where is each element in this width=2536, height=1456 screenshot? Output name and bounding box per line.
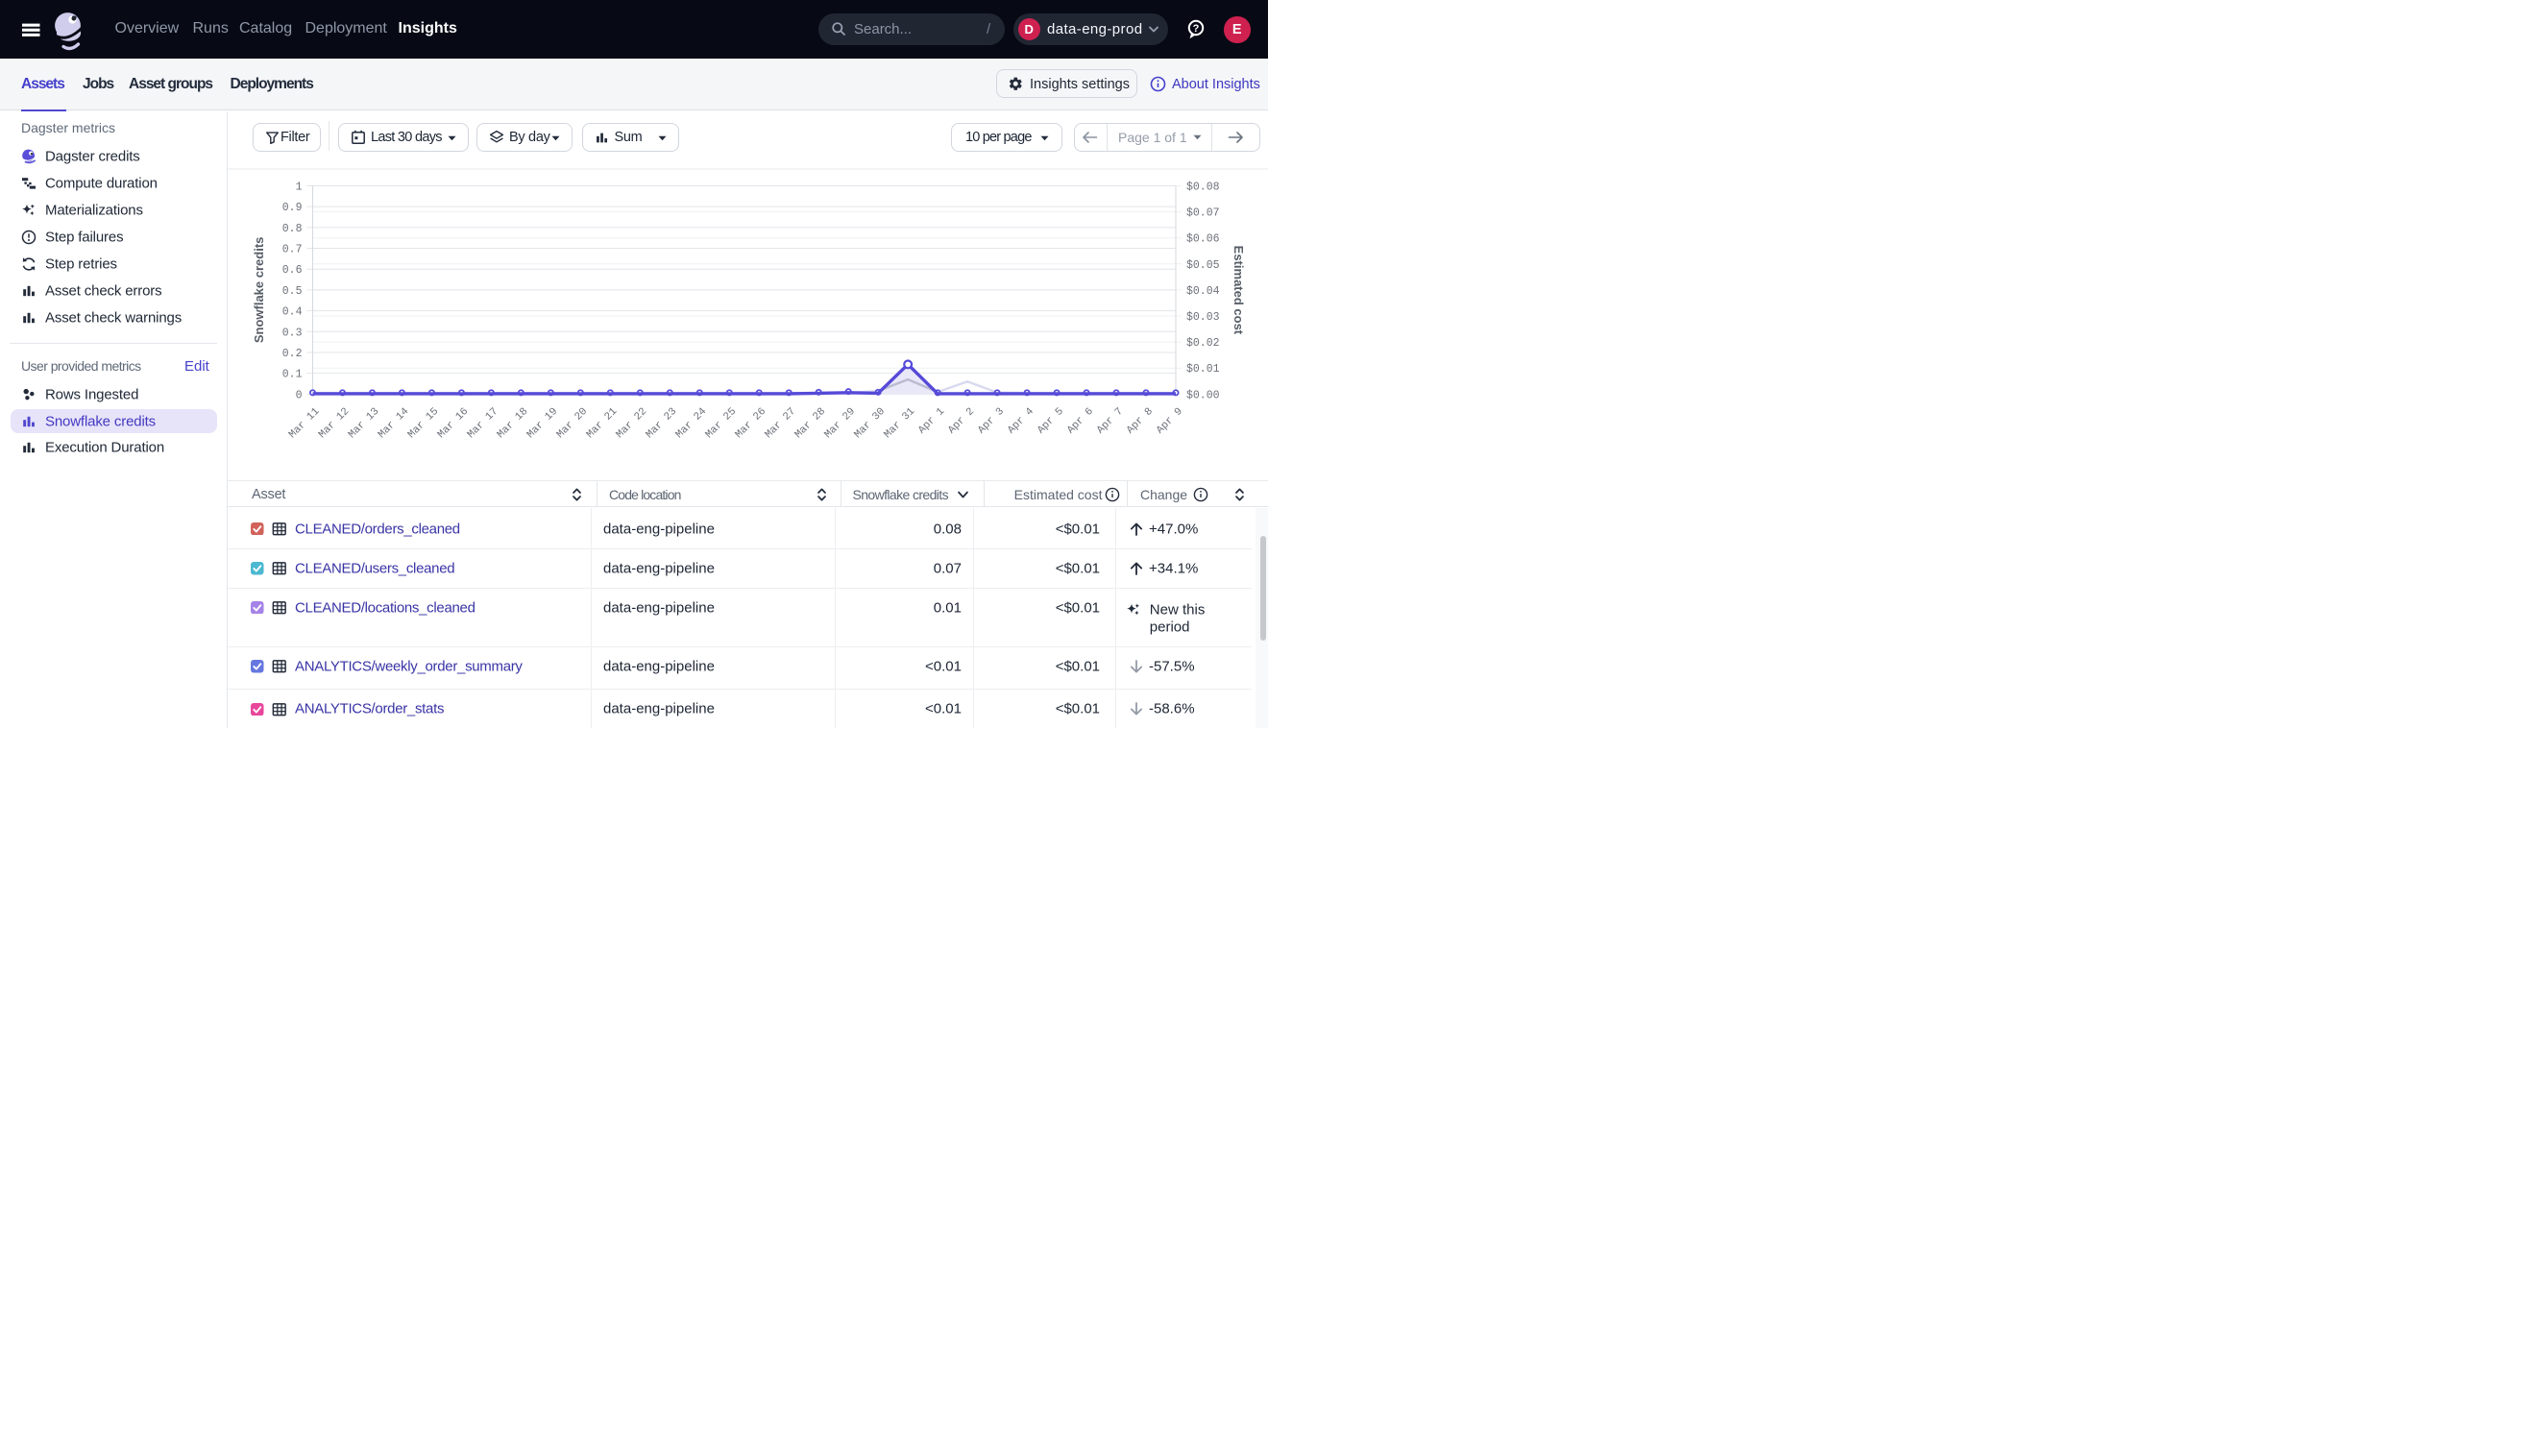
svg-text:0: 0	[296, 389, 303, 401]
svg-text:?: ?	[1193, 23, 1200, 35]
svg-text:Mar 19: Mar 19	[525, 405, 560, 440]
svg-text:Apr 6: Apr 6	[1065, 405, 1096, 436]
svg-text:Mar 18: Mar 18	[496, 405, 530, 440]
svg-text:Mar 31: Mar 31	[882, 405, 917, 441]
svg-text:$0.00: $0.00	[1186, 389, 1220, 401]
svg-text:Apr 8: Apr 8	[1125, 405, 1156, 436]
svg-text:0.9: 0.9	[282, 202, 303, 214]
svg-text:Mar 17: Mar 17	[466, 405, 500, 440]
svg-text:Mar 24: Mar 24	[674, 405, 710, 441]
svg-text:0.4: 0.4	[282, 305, 303, 318]
svg-text:$0.02: $0.02	[1186, 337, 1220, 350]
svg-text:0.3: 0.3	[282, 327, 303, 339]
svg-text:Apr 7: Apr 7	[1095, 405, 1126, 436]
svg-text:Mar 21: Mar 21	[585, 405, 621, 441]
svg-text:Mar 20: Mar 20	[555, 405, 590, 440]
svg-text:Mar 14: Mar 14	[377, 405, 412, 441]
svg-text:$0.08: $0.08	[1186, 181, 1220, 193]
svg-text:Apr 3: Apr 3	[976, 405, 1007, 436]
svg-text:Mar 29: Mar 29	[823, 405, 858, 440]
svg-text:Snowflake credits: Snowflake credits	[252, 236, 266, 343]
svg-text:$0.05: $0.05	[1186, 258, 1220, 271]
svg-text:Mar 16: Mar 16	[436, 405, 471, 440]
svg-text:Mar 22: Mar 22	[615, 405, 649, 440]
svg-text:$0.07: $0.07	[1186, 206, 1220, 219]
svg-text:Mar 30: Mar 30	[853, 405, 888, 440]
svg-text:Apr 5: Apr 5	[1036, 405, 1066, 436]
svg-text:$0.06: $0.06	[1186, 232, 1220, 245]
svg-text:Apr 2: Apr 2	[946, 405, 977, 436]
svg-text:1: 1	[296, 181, 303, 193]
svg-text:Mar 11: Mar 11	[287, 405, 323, 441]
svg-text:$0.01: $0.01	[1186, 363, 1220, 376]
svg-text:$0.03: $0.03	[1186, 311, 1220, 324]
svg-text:Mar 28: Mar 28	[793, 405, 828, 440]
svg-text:Mar 23: Mar 23	[645, 405, 679, 440]
svg-text:0.7: 0.7	[282, 243, 303, 255]
svg-text:Mar 15: Mar 15	[406, 405, 441, 440]
svg-text:0.8: 0.8	[282, 222, 303, 234]
svg-text:0.1: 0.1	[282, 368, 303, 380]
svg-text:Apr 4: Apr 4	[1006, 405, 1036, 436]
svg-text:$0.04: $0.04	[1186, 284, 1220, 297]
svg-text:Apr 9: Apr 9	[1155, 405, 1185, 436]
svg-text:Mar 26: Mar 26	[734, 405, 768, 440]
svg-text:0.6: 0.6	[282, 264, 303, 277]
svg-text:Mar 27: Mar 27	[764, 405, 798, 440]
svg-text:Mar 13: Mar 13	[347, 405, 381, 440]
svg-text:Apr 1: Apr 1	[916, 405, 947, 436]
svg-text:Mar 25: Mar 25	[704, 405, 739, 440]
svg-text:0.5: 0.5	[282, 284, 303, 297]
svg-text:Estimated cost: Estimated cost	[1231, 245, 1246, 334]
svg-text:0.2: 0.2	[282, 347, 303, 359]
svg-text:Mar 12: Mar 12	[317, 405, 352, 440]
